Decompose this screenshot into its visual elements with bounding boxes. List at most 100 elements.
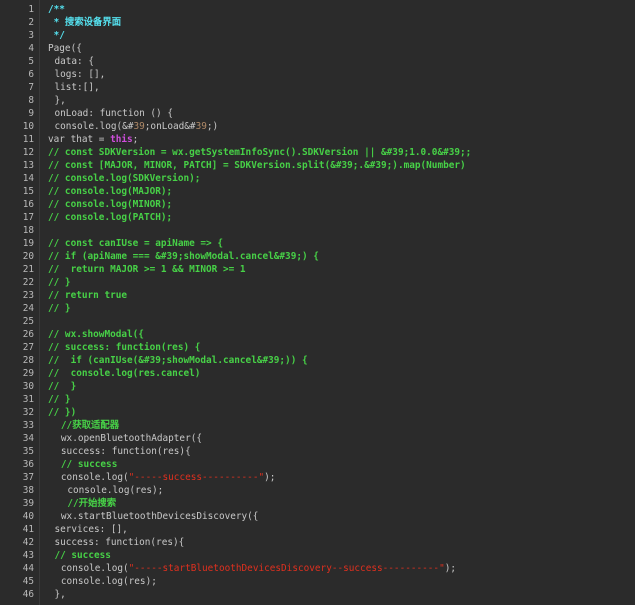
code-token-comment: // return MAJOR >= 1 && MINOR >= 1 <box>48 264 246 275</box>
line-number: 13 <box>22 160 34 171</box>
code-token-plain: logs: [], <box>54 69 106 80</box>
code-line[interactable]: success: function(res){ <box>40 536 635 549</box>
code-line[interactable]: list:[], <box>40 81 635 94</box>
code-line[interactable]: console.log(res); <box>40 575 635 588</box>
code-line[interactable]: var that = this; <box>40 133 635 146</box>
line-number: 34 <box>22 433 34 444</box>
code-line[interactable]: console.log(&#39;onLoad&#39;) <box>40 120 635 133</box>
code-token-comment: // return true <box>48 290 128 301</box>
code-token-comment: // success: function(res) { <box>48 342 201 353</box>
line-number: 37 <box>22 472 34 483</box>
code-token-comment: // const [MAJOR, MINOR, PATCH] = SDKVers… <box>48 160 466 171</box>
code-line[interactable]: // console.log(MINOR); <box>40 198 635 211</box>
line-number: 2 <box>28 17 34 28</box>
code-line[interactable]: // } <box>40 393 635 406</box>
code-line[interactable]: // const SDKVersion = wx.getSystemInfoSy… <box>40 146 635 159</box>
code-token-string: "-----startBluetoothDevicesDiscovery--su… <box>128 563 445 574</box>
line-number: 6 <box>28 69 34 80</box>
code-line[interactable]: // success <box>40 549 635 562</box>
line-number: 20 <box>22 251 34 262</box>
code-line[interactable]: console.log("-----success----------"); <box>40 471 635 484</box>
code-line[interactable] <box>40 315 635 328</box>
line-number: 29 <box>22 368 34 379</box>
line-number: 36 <box>22 459 34 470</box>
code-line[interactable]: }, <box>40 588 635 601</box>
code-token-plain: }, <box>54 589 66 600</box>
code-line[interactable]: */ <box>40 29 635 42</box>
code-line[interactable]: // } <box>40 380 635 393</box>
code-token-plain: console.log(&# <box>54 121 134 132</box>
code-token-comment: // const canIUse = apiName => { <box>48 238 223 249</box>
code-line[interactable]: * 搜索设备界面 <box>40 16 635 29</box>
code-line[interactable]: // const canIUse = apiName => { <box>40 237 635 250</box>
code-line[interactable]: // console.log(SDKVersion); <box>40 172 635 185</box>
code-line[interactable]: // return true <box>40 289 635 302</box>
line-number-gutter: 1 2 3 4 5 6 7 8 9 10 11 12 13 14 15 16 17 18 19 20 21 22 23 24 2… <box>0 0 40 605</box>
code-line[interactable]: //开始搜索 <box>40 497 635 510</box>
line-number: 41 <box>22 524 34 535</box>
line-number: 5 <box>28 56 34 67</box>
code-line[interactable]: success: function(res){ <box>40 445 635 458</box>
line-number: 24 <box>22 303 34 314</box>
code-token-plain: list:[], <box>54 82 100 93</box>
code-editor[interactable]: 1 2 3 4 5 6 7 8 9 10 11 12 13 14 15 16 17 18 19 20 21 22 23 24 2… <box>0 0 635 605</box>
line-number: 19 <box>22 238 34 249</box>
line-number: 40 <box>22 511 34 522</box>
code-token-comment: // console.log(res.cancel) <box>48 368 201 379</box>
code-line[interactable]: // console.log(MAJOR); <box>40 185 635 198</box>
code-area[interactable]: /** * 搜索设备界面 */ Page({data: { logs: [], lis… <box>40 0 635 605</box>
code-token-plain: wx.startBluetoothDevicesDiscovery({ <box>60 511 259 522</box>
code-line[interactable]: // }) <box>40 406 635 419</box>
code-line[interactable]: console.log(res); <box>40 484 635 497</box>
line-number: 9 <box>28 108 34 119</box>
code-token-plain: data: { <box>54 56 94 67</box>
code-token-plain: ); <box>444 563 457 574</box>
code-line[interactable]: onLoad: function () { <box>40 107 635 120</box>
code-line[interactable]: // return MAJOR >= 1 && MINOR >= 1 <box>40 263 635 276</box>
code-line[interactable]: // console.log(res.cancel) <box>40 367 635 380</box>
code-line[interactable]: Page({ <box>40 42 635 55</box>
code-line[interactable]: services: [], <box>40 523 635 536</box>
code-line[interactable]: // } <box>40 276 635 289</box>
code-line[interactable]: // success <box>40 458 635 471</box>
code-token-comment: // } <box>48 381 77 392</box>
code-line[interactable]: wx.startBluetoothDevicesDiscovery({ <box>40 510 635 523</box>
line-number: 27 <box>22 342 34 353</box>
code-line[interactable]: // const [MAJOR, MINOR, PATCH] = SDKVers… <box>40 159 635 172</box>
line-number: 17 <box>22 212 34 223</box>
line-number: 26 <box>22 329 34 340</box>
code-token-doc: /** <box>48 4 65 15</box>
code-line[interactable]: /** <box>40 3 635 16</box>
code-token-comment: // } <box>48 277 71 288</box>
code-token-comment: // wx.showModal({ <box>48 329 144 340</box>
code-line[interactable]: }, <box>40 94 635 107</box>
code-line[interactable]: logs: [], <box>40 68 635 81</box>
code-line[interactable]: data: { <box>40 55 635 68</box>
code-line[interactable]: // console.log(PATCH); <box>40 211 635 224</box>
code-line[interactable]: //获取适配器 <box>40 419 635 432</box>
code-line[interactable]: // wx.showModal({ <box>40 328 635 341</box>
code-token-doc: */ <box>48 30 65 41</box>
code-line[interactable]: // success: function(res) { <box>40 341 635 354</box>
line-number: 25 <box>22 316 34 327</box>
code-token-comment: // success <box>60 459 118 470</box>
code-line[interactable]: // if (canIUse(&#39;showModal.cancel&#39… <box>40 354 635 367</box>
line-number: 16 <box>22 199 34 210</box>
code-line[interactable]: console.log("-----startBluetoothDevicesD… <box>40 562 635 575</box>
code-token-comment: // } <box>48 303 71 314</box>
code-token-comment: // success <box>54 550 111 561</box>
code-line[interactable]: // } <box>40 302 635 315</box>
code-line[interactable] <box>40 224 635 237</box>
line-number: 15 <box>22 186 34 197</box>
code-line[interactable]: // if (apiName === &#39;showModal.cancel… <box>40 250 635 263</box>
code-token-number: 39 <box>195 121 207 132</box>
line-number: 22 <box>22 277 34 288</box>
line-number: 44 <box>22 563 34 574</box>
code-token-plain: console.log(res); <box>60 576 157 587</box>
code-line[interactable]: wx.openBluetoothAdapter({ <box>40 432 635 445</box>
code-token-comment: //获取适配器 <box>60 420 120 431</box>
code-token-comment: // const SDKVersion = wx.getSystemInfoSy… <box>48 147 472 158</box>
code-token-keyword: this <box>110 134 133 145</box>
line-number: 12 <box>22 147 34 158</box>
line-number: 33 <box>22 420 34 431</box>
